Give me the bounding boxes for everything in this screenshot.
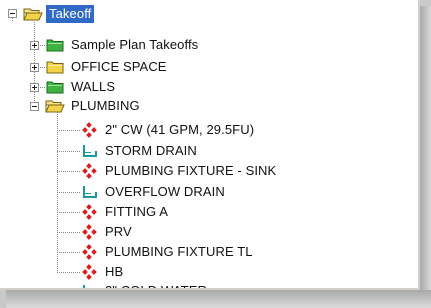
tree-line: [12, 18, 13, 22]
tree-line: [57, 252, 81, 253]
collapse-toggle-takeoff[interactable]: [8, 9, 17, 18]
tree-node-fitting-a[interactable]: FITTING A: [80, 201, 171, 223]
tree-node-label: FITTING A: [105, 204, 169, 219]
tree-node-label: Sample Plan Takeoffs: [71, 37, 199, 52]
tree-node-label: 2" CW (41 GPM, 29.5FU): [105, 122, 255, 137]
minus-icon: [10, 13, 15, 14]
minus-icon: [32, 106, 37, 107]
tree-node-office-space[interactable]: OFFICE SPACE: [44, 56, 170, 78]
plus-icon: [32, 85, 37, 90]
tree-node-label: PLUMBING FIXTURE TL: [105, 244, 253, 259]
tree-node-label: 2" COLD WATER: [102, 282, 210, 288]
tree-node-takeoff[interactable]: Takeoff: [22, 3, 95, 25]
count-item-icon: [80, 204, 100, 220]
green-folder-icon: [44, 37, 66, 53]
takeoff-tree-view[interactable]: Takeoff Sample Plan Takeoffs OFFICE SPAC…: [0, 0, 420, 290]
tree-node-2in-cw[interactable]: 2" CW (41 GPM, 29.5FU): [80, 119, 257, 141]
tree-node-plumbing-fixture-tl[interactable]: PLUMBING FIXTURE TL: [80, 241, 256, 263]
tree-line: [57, 272, 81, 273]
tree-line: [57, 130, 81, 131]
tree-node-storm-drain[interactable]: STORM DRAIN: [80, 140, 200, 162]
expand-toggle-sample-plan-takeoffs[interactable]: [30, 41, 39, 50]
tree-node-2in-cold-water[interactable]: 2" COLD WATER: [80, 280, 210, 288]
plus-icon: [32, 43, 37, 48]
tree-node-plumbing-fixture-sink[interactable]: PLUMBING FIXTURE - SINK: [80, 160, 279, 182]
collapse-toggle-plumbing[interactable]: [30, 102, 39, 111]
tree-node-prv[interactable]: PRV: [80, 221, 135, 243]
open-folder-icon: [22, 6, 44, 22]
tree-node-label: PLUMBING FIXTURE - SINK: [105, 163, 277, 178]
tree-line: [57, 232, 81, 233]
expand-toggle-office-space[interactable]: [30, 63, 39, 72]
tree-line: [57, 112, 58, 274]
tree-node-label: OFFICE SPACE: [71, 59, 167, 74]
tree-node-label: HB: [105, 264, 124, 279]
yellow-folder-icon: [44, 59, 66, 75]
tree-node-sample-plan-takeoffs[interactable]: Sample Plan Takeoffs: [44, 34, 201, 56]
expand-toggle-walls[interactable]: [30, 83, 39, 92]
tree-node-label: Takeoff: [46, 5, 95, 23]
tree-line: [57, 171, 81, 172]
tree-node-label: STORM DRAIN: [105, 143, 197, 158]
count-item-icon: [80, 163, 100, 179]
count-item-icon: [80, 224, 100, 240]
count-item-icon: [80, 244, 100, 260]
count-item-icon: [80, 264, 100, 280]
linear-item-icon: [80, 283, 100, 288]
tree-node-label: PRV: [105, 224, 132, 239]
linear-item-icon: [80, 184, 100, 200]
tree-line: [57, 151, 81, 152]
tree-node-overflow-drain[interactable]: OVERFLOW DRAIN: [80, 181, 228, 203]
linear-item-icon: [80, 143, 100, 159]
tree-node-label: OVERFLOW DRAIN: [105, 184, 225, 199]
tree-line: [57, 192, 81, 193]
tree-node-label: WALLS: [71, 79, 116, 94]
open-yellow-folder-icon: [44, 98, 66, 114]
tree-node-plumbing[interactable]: PLUMBING: [44, 95, 143, 117]
plus-icon: [32, 65, 37, 70]
tree-node-label: PLUMBING: [71, 98, 140, 113]
tree-line: [57, 212, 81, 213]
count-item-icon: [80, 122, 100, 138]
green-folder-icon: [44, 79, 66, 95]
panel-shadow-right: [420, 6, 431, 296]
panel-shadow-bottom: [6, 290, 431, 308]
